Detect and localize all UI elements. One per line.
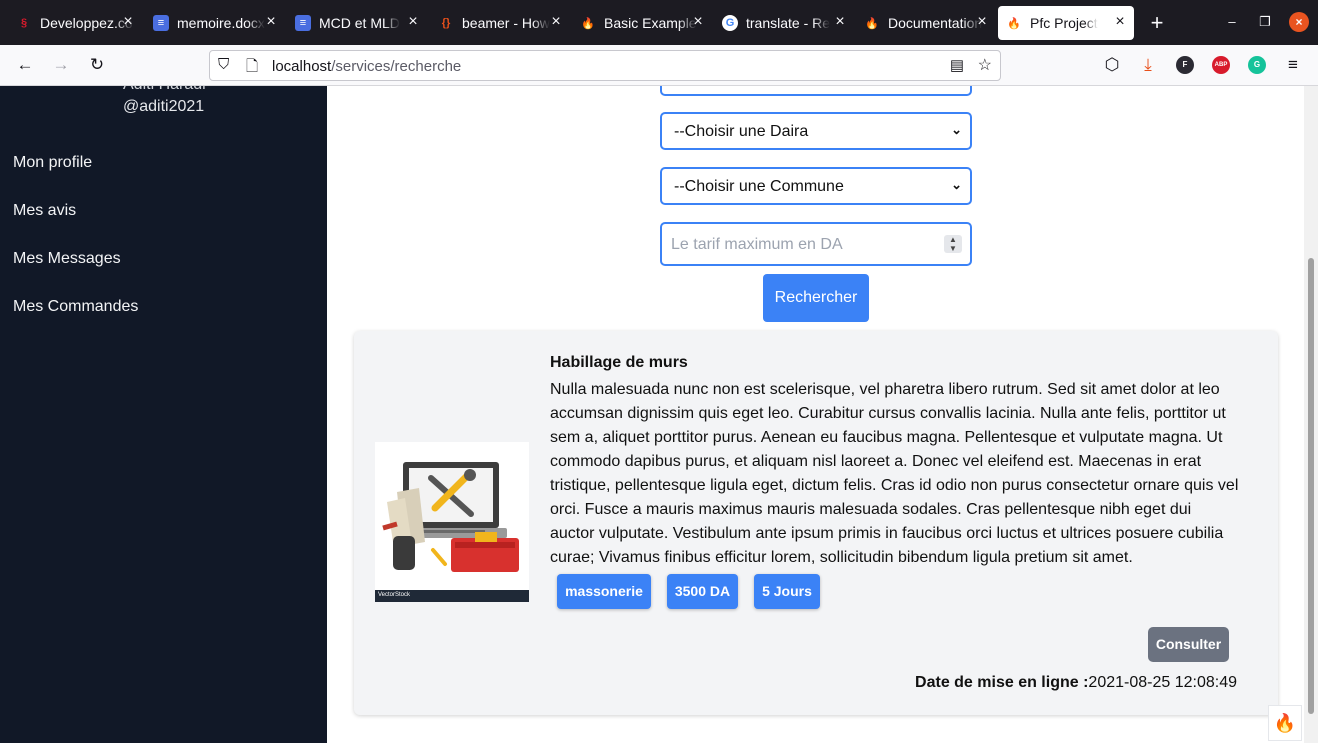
close-tab-icon[interactable]: × (263, 14, 279, 30)
debug-toolbar-icon[interactable]: 🔥 (1268, 705, 1302, 741)
tools-laptop-illustration (382, 462, 519, 572)
download-icon[interactable]: ⤓ (1137, 54, 1159, 76)
tarif-input[interactable]: Le tarif maximum en DA ▲ ▼ (660, 222, 972, 266)
close-tab-icon[interactable]: × (1112, 14, 1128, 30)
adblock-plus-icon[interactable]: ABP (1212, 56, 1230, 74)
sidebar-item-commandes[interactable]: Mes Commandes (13, 298, 138, 316)
tab-basic-example[interactable]: 🔥 Basic Example × (572, 6, 712, 40)
search-button[interactable]: Rechercher (763, 274, 869, 322)
tab-documentation[interactable]: 🔥 Documentation × (856, 6, 996, 40)
extension-f-icon[interactable]: F (1176, 56, 1194, 74)
page-info-icon[interactable]: 🗋 (246, 56, 258, 81)
reload-icon[interactable]: ↻ (86, 54, 108, 76)
sidebar-item-messages[interactable]: Mes Messages (13, 250, 121, 268)
main-content: --Choisir une Daira ⌄ --Choisir une Comm… (327, 86, 1304, 743)
publish-date: Date de mise en ligne :2021-08-25 12:08:… (915, 674, 1237, 692)
minimize-icon[interactable]: – (1222, 12, 1242, 32)
close-tab-icon[interactable]: × (832, 14, 848, 30)
tab-translate[interactable]: G translate - Re × (714, 6, 854, 40)
forward-icon[interactable]: → (50, 54, 72, 76)
sidebar-item-profile[interactable]: Mon profile (13, 154, 92, 172)
grammarly-icon[interactable]: G (1248, 56, 1266, 74)
close-tab-icon[interactable]: × (690, 14, 706, 30)
window-close-icon[interactable]: × (1289, 12, 1309, 32)
service-image: VectorStock (375, 442, 529, 602)
sidebar: Aditi Haradi @aditi2021 Mon profile Mes … (0, 86, 327, 743)
scrollbar-thumb[interactable] (1308, 258, 1314, 714)
daira-select[interactable]: --Choisir une Daira ⌄ (660, 112, 972, 150)
close-tab-icon[interactable]: × (120, 14, 136, 30)
tab-mcd[interactable]: ≡ MCD et MLD × (287, 6, 427, 40)
tab-memoire[interactable]: ≡ memoire.docx × (145, 6, 285, 40)
bookmark-star-icon[interactable]: ☆ (978, 55, 992, 75)
codeigniter-icon: 🔥 (581, 17, 595, 30)
tab-pfc-project[interactable]: 🔥 Pfc Project × (998, 6, 1134, 40)
service-title: Habillage de murs (550, 354, 688, 371)
category-badge: massonerie (557, 574, 651, 609)
tab-developpez[interactable]: § Developpez.com × (8, 6, 142, 40)
url-text[interactable]: localhost/services/recherche (272, 58, 461, 75)
browser-tab-bar: § Developpez.com × ≡ memoire.docx × ≡ MC… (0, 0, 1318, 45)
service-card: VectorStock Habillage de murs Nulla male… (354, 331, 1278, 715)
service-description: Nulla malesuada nunc non est scelerisque… (550, 381, 1239, 566)
close-tab-icon[interactable]: × (548, 14, 564, 30)
url-bar[interactable]: ⛉ 🗋 localhost/services/recherche ▤ ☆ (209, 50, 1001, 81)
sidebar-item-avis[interactable]: Mes avis (13, 202, 76, 220)
commune-select[interactable]: --Choisir une Commune ⌄ (660, 167, 972, 205)
page-scrollbar[interactable] (1304, 86, 1318, 743)
shield-icon[interactable]: ⛉ (218, 56, 229, 73)
new-tab-button[interactable]: + (1144, 10, 1170, 36)
browser-nav-bar: ← → ↻ ⛉ 🗋 localhost/services/recherche ▤… (0, 45, 1318, 86)
duration-badge: 5 Jours (754, 574, 820, 609)
number-spinner-icon[interactable]: ▲ ▼ (944, 235, 962, 253)
codeigniter-icon: 🔥 (865, 17, 879, 30)
tab-beamer[interactable]: {} beamer - How × (430, 6, 570, 40)
close-tab-icon[interactable]: × (974, 14, 990, 30)
codeigniter-icon: 🔥 (1007, 17, 1021, 30)
menu-icon[interactable]: ≡ (1282, 54, 1304, 76)
overleaf-icon: {} (441, 17, 451, 29)
developpez-icon: § (20, 17, 28, 29)
wilaya-select[interactable] (660, 86, 972, 96)
chevron-down-icon: ⌄ (951, 122, 962, 137)
pocket-icon[interactable]: ⬡ (1101, 54, 1123, 76)
close-tab-icon[interactable]: × (405, 14, 421, 30)
docs-icon: ≡ (153, 15, 169, 31)
publish-date-label: Date de mise en ligne : (915, 674, 1089, 691)
user-handle: @aditi2021 (123, 98, 205, 115)
image-watermark-strip: VectorStock (375, 590, 529, 602)
publish-date-value: 2021-08-25 12:08:49 (1088, 674, 1237, 691)
consult-button[interactable]: Consulter (1148, 627, 1229, 662)
price-badge: 3500 DA (667, 574, 738, 609)
restore-icon[interactable]: ❐ (1255, 12, 1275, 32)
reader-view-icon[interactable]: ▤ (950, 56, 964, 74)
docs-icon: ≡ (295, 15, 311, 31)
back-icon[interactable]: ← (14, 54, 36, 76)
google-icon: G (722, 15, 738, 31)
chevron-down-icon: ⌄ (951, 177, 962, 192)
user-name: Aditi Haradi (123, 86, 206, 94)
